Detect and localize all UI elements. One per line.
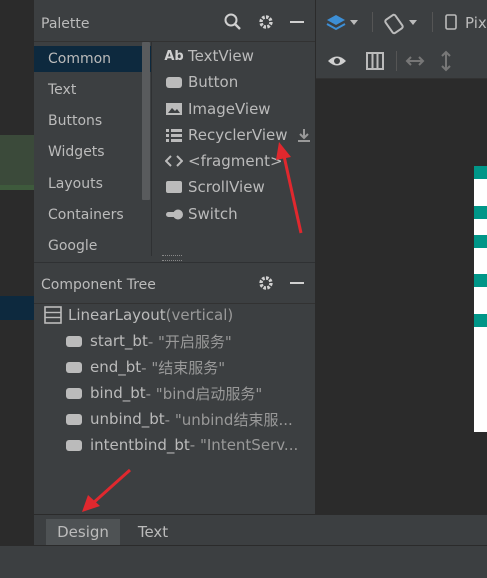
widget-label: ImageView [188, 100, 271, 118]
editor-gutter [0, 0, 34, 545]
toolbar-separator [432, 12, 433, 32]
category-widgets[interactable]: Widgets [34, 139, 151, 165]
design-toolbar-second [316, 44, 487, 79]
tab-text[interactable]: Text [122, 519, 184, 546]
category-google[interactable]: Google [34, 233, 151, 259]
category-buttons[interactable]: Buttons [34, 108, 151, 134]
button-icon [66, 387, 82, 399]
widget-label: Button [188, 73, 239, 91]
switch-icon [164, 206, 184, 222]
minimize-icon[interactable] [287, 12, 307, 32]
category-text[interactable]: Text [34, 77, 151, 103]
widget-imageview[interactable]: ImageView [164, 98, 271, 120]
toolbar-separator [372, 12, 373, 32]
button-icon [66, 413, 82, 425]
gear-icon[interactable] [256, 12, 276, 32]
widget-switch[interactable]: Switch [164, 203, 238, 225]
widget-label: <fragment> [188, 152, 283, 170]
tree-item-id: end_bt [90, 358, 142, 376]
vertical-resize-icon[interactable] [438, 49, 454, 73]
eye-icon[interactable] [326, 51, 348, 71]
button-icon [66, 361, 82, 373]
category-layouts[interactable]: Layouts [34, 171, 151, 197]
editor-mode-tabs: Design Text [34, 514, 487, 546]
preview-button[interactable] [474, 314, 487, 327]
tree-item-id: unbind_bt [90, 410, 165, 428]
tree-item-id: start_bt [90, 332, 148, 350]
button-icon [164, 74, 184, 90]
preview-button[interactable] [474, 166, 487, 179]
ab-icon: Ab [164, 48, 184, 64]
linearlayout-icon [44, 306, 62, 324]
palette-categories: Common Text Buttons Widgets Layouts Cont… [34, 42, 151, 256]
layout-preview[interactable] [474, 166, 487, 432]
button-icon [66, 335, 82, 347]
gear-icon[interactable] [256, 273, 276, 293]
tree-item-id: bind_bt [90, 384, 146, 402]
category-common[interactable]: Common [34, 46, 151, 72]
tree-item[interactable]: unbind_bt - "unbind结束服... [66, 407, 293, 431]
editor-highlight [0, 135, 34, 190]
device-label[interactable]: Pix [465, 14, 487, 32]
minimize-icon[interactable] [287, 273, 307, 293]
widget-label: ScrollView [188, 178, 265, 196]
tree-item[interactable]: end_bt - "结束服务" [66, 355, 225, 379]
editor-selection [0, 296, 34, 320]
editor-highlight [0, 185, 34, 190]
widget-label: TextView [188, 47, 254, 65]
preview-button[interactable] [474, 274, 487, 287]
design-surface: Pix [315, 0, 487, 514]
list-icon [164, 127, 184, 143]
tree-root-linearlayout[interactable]: LinearLayout (vertical) [44, 303, 233, 327]
tree-item-text: - "结束服务" [141, 358, 226, 377]
tree-item-text: - "bind启动服务" [145, 384, 263, 403]
device-icon[interactable] [444, 13, 458, 31]
palette-header: Palette [34, 0, 315, 42]
widget-textview[interactable]: Ab TextView [164, 45, 254, 67]
tree-item[interactable]: start_bt - "开启服务" [66, 329, 232, 353]
component-tree-header: Component Tree [34, 263, 315, 304]
annotation-arrow [276, 142, 303, 234]
tree-item-text: - "开启服务" [147, 332, 232, 351]
category-containers[interactable]: Containers [34, 202, 151, 228]
widget-fragment[interactable]: <fragment> [164, 150, 283, 172]
status-bar [0, 545, 487, 578]
panel-splitter-handle[interactable] [162, 255, 182, 261]
blueprint-icon[interactable] [364, 50, 386, 72]
component-tree-title: Component Tree [41, 277, 156, 293]
tab-design[interactable]: Design [46, 519, 120, 546]
tree-node-detail: (vertical) [165, 306, 234, 324]
code-icon [164, 153, 184, 169]
widget-button[interactable]: Button [164, 71, 238, 93]
widget-label: Switch [188, 205, 238, 223]
tree-item-id: intentbind_bt [90, 436, 190, 454]
categories-scrollbar[interactable] [142, 42, 150, 200]
tree-item-text: - "IntentServ... [189, 436, 299, 454]
button-icon [66, 439, 82, 451]
preview-button[interactable] [474, 206, 487, 219]
orientation-icon[interactable] [384, 11, 422, 35]
search-icon[interactable] [223, 12, 243, 32]
design-toolbar-top: Pix [316, 0, 487, 45]
tree-node-name: LinearLayout [68, 306, 166, 324]
tree-item-text: - "unbind结束服... [164, 410, 293, 429]
image-icon [164, 101, 184, 117]
scroll-icon [164, 179, 184, 195]
widget-scrollview[interactable]: ScrollView [164, 176, 265, 198]
layers-icon[interactable] [326, 12, 362, 34]
annotation-arrow [82, 468, 132, 512]
toolbar-separator [396, 51, 397, 71]
horizontal-resize-icon[interactable] [404, 51, 426, 71]
preview-button[interactable] [474, 235, 487, 248]
palette-title: Palette [41, 16, 90, 32]
tree-item[interactable]: bind_bt - "bind启动服务" [66, 381, 262, 405]
tree-item[interactable]: intentbind_bt - "IntentServ... [66, 433, 298, 457]
